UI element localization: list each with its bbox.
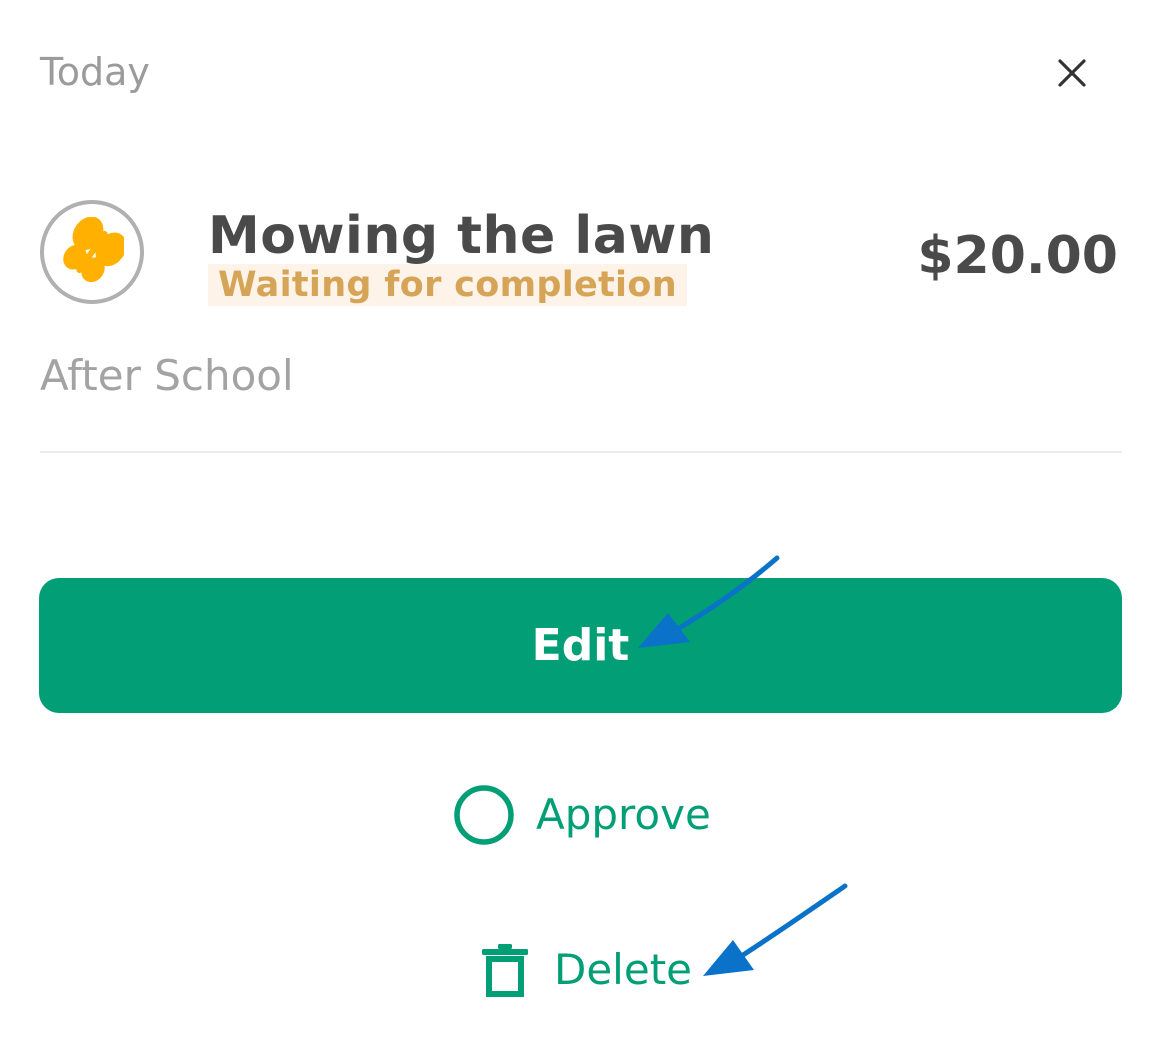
delete-button[interactable]: Delete [480, 938, 692, 1002]
chore-amount: $20.00 [917, 226, 1118, 286]
avatar [40, 200, 144, 304]
chore-title: Mowing the lawn [208, 206, 715, 266]
close-icon [1058, 59, 1086, 87]
edit-button[interactable]: Edit [39, 578, 1122, 713]
approve-button[interactable]: Approve [452, 780, 711, 850]
status-badge: Waiting for completion [208, 264, 687, 306]
divider [40, 451, 1122, 453]
circle-outline-icon [454, 785, 514, 845]
butterfly-icon [63, 217, 124, 283]
trash-icon [482, 944, 528, 997]
close-button[interactable] [1046, 48, 1098, 98]
approve-label: Approve [536, 790, 711, 839]
annotation-arrow-delete [703, 883, 848, 976]
date-header: Today [40, 50, 150, 94]
delete-label: Delete [554, 945, 692, 994]
annotation-arrow-edit [638, 555, 780, 648]
time-slot-label: After School [40, 351, 294, 400]
